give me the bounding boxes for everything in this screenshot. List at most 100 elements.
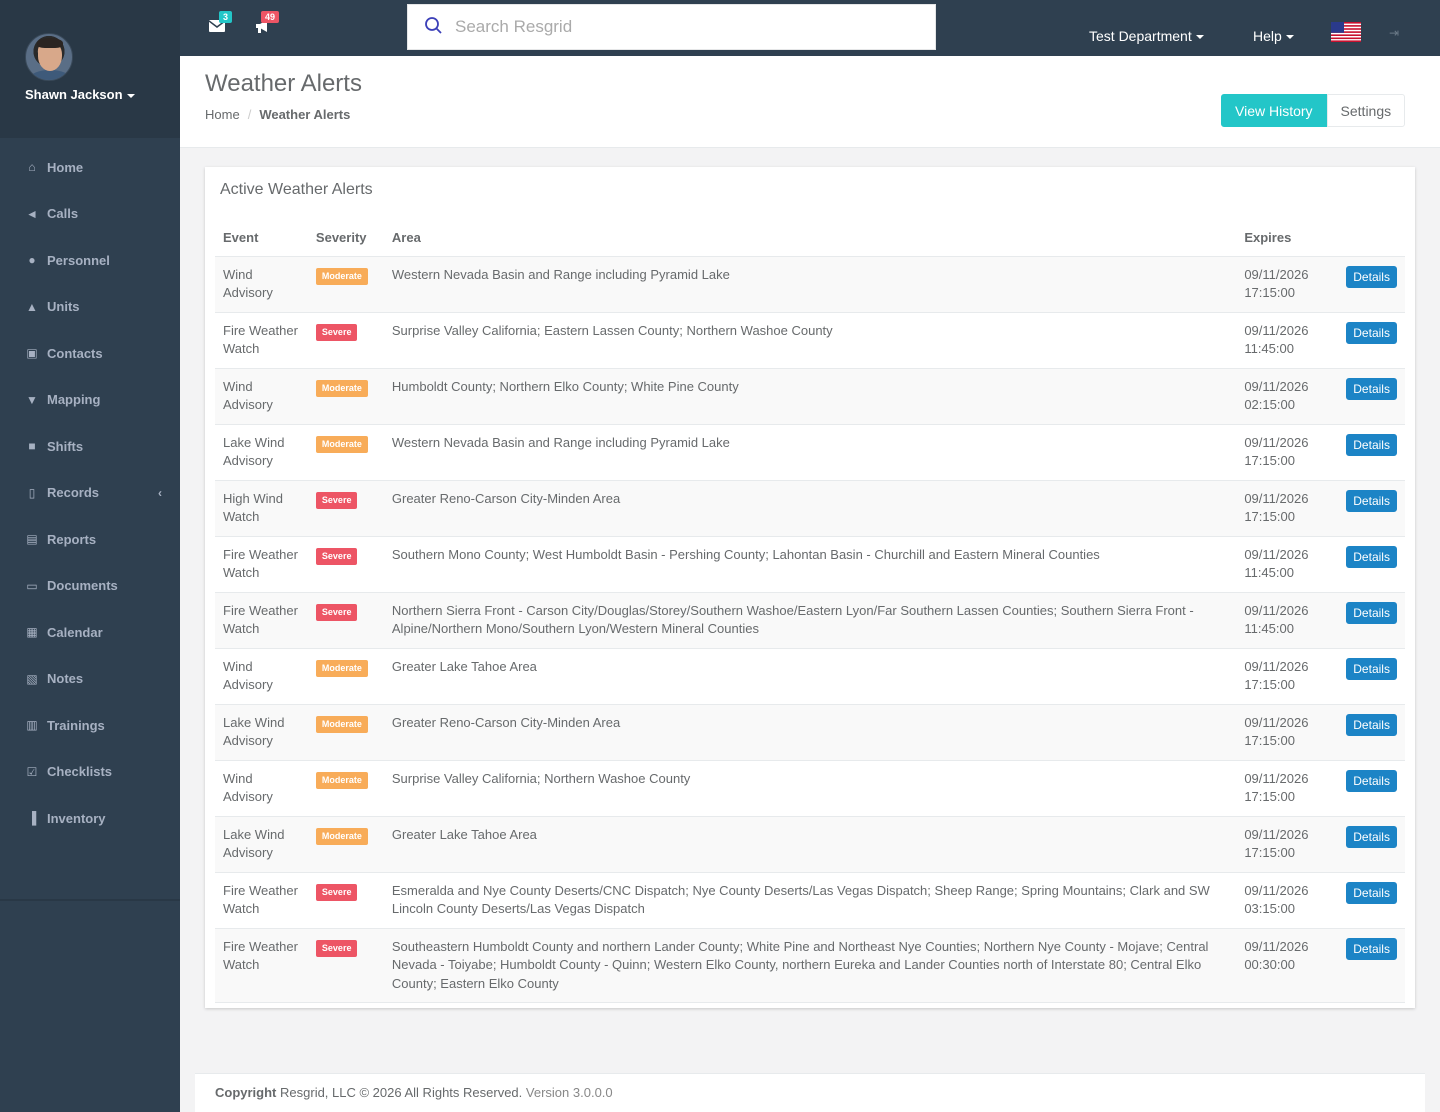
barcode-icon: ▐	[27, 811, 37, 826]
expires-time: 17:15:00	[1244, 285, 1295, 300]
sidebar-divider	[0, 899, 180, 901]
sidebar-item-personnel[interactable]: ● Personnel	[0, 237, 180, 284]
severity-badge: Moderate	[315, 435, 368, 453]
breadcrumb-home[interactable]: Home	[205, 107, 240, 122]
severity-badge: Severe	[315, 939, 358, 957]
details-button[interactable]: Details	[1346, 433, 1397, 456]
actions-cell: Details	[1338, 256, 1405, 313]
details-button[interactable]: Details	[1346, 657, 1397, 680]
details-button[interactable]: Details	[1346, 713, 1397, 736]
copyright-text: Resgrid, LLC © 2026 All Rights Reserved.	[280, 1085, 523, 1100]
expires-date: 09/11/2026	[1244, 658, 1309, 674]
severity-badge: Severe	[315, 547, 358, 565]
us-flag-icon[interactable]	[1331, 22, 1361, 42]
expires-cell: 09/11/2026 17:15:00	[1236, 816, 1339, 873]
sign-out-icon[interactable]: ⇥	[1389, 26, 1399, 40]
expires-date: 09/11/2026	[1244, 938, 1309, 954]
sidebar-item-reports[interactable]: ▤ Reports	[0, 516, 180, 563]
details-button[interactable]: Details	[1346, 937, 1397, 960]
expires-cell: 09/11/2026 17:15:00	[1236, 480, 1339, 537]
calendar-icon: ▦	[26, 625, 38, 640]
event-cell: Wind Advisory	[215, 648, 308, 705]
expires-cell: 09/11/2026 17:15:00	[1236, 256, 1339, 313]
event-cell: Fire Weather Watch	[215, 312, 308, 369]
expires-cell: 09/11/2026 17:15:00	[1236, 760, 1339, 817]
event-cell: Fire Weather Watch	[215, 872, 308, 929]
expires-cell: 09/11/2026 17:15:00	[1236, 704, 1339, 761]
sidebar-item-label: Units	[47, 299, 80, 315]
expires-cell: 09/11/2026 17:15:00	[1236, 648, 1339, 705]
department-label: Test Department	[1089, 28, 1192, 44]
area-cell: Greater Reno-Carson City-Minden Area	[383, 704, 1237, 761]
expires-cell: 09/11/2026 17:15:00	[1236, 424, 1339, 481]
event-cell: Lake Wind Advisory	[215, 816, 308, 873]
table-header-row: Event Severity Area Expires	[215, 219, 1405, 257]
details-button[interactable]: Details	[1346, 769, 1397, 792]
sidebar-item-mapping[interactable]: ▼ Mapping	[0, 377, 180, 424]
severity-cell: Severe	[307, 592, 384, 649]
event-cell: High Wind Watch	[215, 480, 308, 537]
avatar[interactable]	[25, 33, 73, 81]
sidebar-item-records[interactable]: ▯ Records ‹	[0, 470, 180, 517]
search-input[interactable]	[408, 5, 935, 49]
details-button[interactable]: Details	[1346, 601, 1397, 624]
copy-icon: ▤	[26, 532, 38, 547]
sidebar-item-label: Shifts	[47, 438, 84, 454]
table-row: Wind Advisory Moderate Surprise Valley Cal…	[215, 760, 1405, 817]
details-button[interactable]: Details	[1346, 545, 1397, 568]
user-menu-toggle[interactable]: Shawn Jackson	[25, 87, 135, 102]
expires-cell: 09/11/2026 03:15:00	[1236, 872, 1339, 929]
table-row: Wind Advisory Moderate Greater Lake Tahoe …	[215, 648, 1405, 705]
column-header-severity: Severity	[307, 219, 384, 257]
table-row: Fire Weather Watch Severe Surprise Valley …	[215, 312, 1405, 369]
table-row: Fire Weather Watch Severe Southern Mono Co…	[215, 536, 1405, 593]
checklist-icon: ☑	[26, 764, 38, 779]
details-button[interactable]: Details	[1346, 489, 1397, 512]
page-heading: Weather Alerts Home / Weather Alerts View …	[180, 56, 1440, 148]
settings-button[interactable]: Settings	[1326, 94, 1406, 127]
sidebar-item-label: Documents	[47, 578, 118, 594]
expires-date: 09/11/2026	[1244, 770, 1309, 786]
details-button[interactable]: Details	[1346, 881, 1397, 904]
expires-time: 17:15:00	[1244, 677, 1295, 692]
sidebar-item-calendar[interactable]: ▦ Calendar	[0, 609, 180, 656]
actions-cell: Details	[1338, 480, 1405, 537]
calls-count-badge: 49	[261, 11, 280, 23]
column-header-expires: Expires	[1236, 219, 1339, 257]
sidebar-item-shifts[interactable]: ■ Shifts	[0, 423, 180, 470]
details-button[interactable]: Details	[1346, 377, 1397, 400]
area-cell: Esmeralda and Nye County Deserts/CNC Dis…	[383, 872, 1237, 929]
table-row: Lake Wind Advisory Moderate Greater Reno-C…	[215, 704, 1405, 761]
sidebar-item-trainings[interactable]: ▥ Trainings	[0, 702, 180, 749]
department-dropdown[interactable]: Test Department	[1089, 28, 1204, 44]
severity-cell: Moderate	[307, 816, 384, 873]
details-button[interactable]: Details	[1346, 265, 1397, 288]
help-dropdown[interactable]: Help	[1253, 28, 1294, 44]
expires-time: 17:15:00	[1244, 845, 1295, 860]
sidebar-item-notes[interactable]: ▧ Notes	[0, 656, 180, 703]
details-button[interactable]: Details	[1346, 825, 1397, 848]
table-row: Wind Advisory Moderate Humboldt County; No…	[215, 368, 1405, 425]
caret-down-icon	[1285, 35, 1294, 40]
calls-button[interactable]: 49	[255, 11, 280, 37]
sidebar-item-inventory[interactable]: ▐ Inventory	[0, 795, 180, 842]
area-cell: Southeastern Humboldt County and norther…	[383, 928, 1237, 1003]
messages-button[interactable]: 3	[208, 11, 233, 35]
area-cell: Northern Sierra Front - Carson City/Doug…	[383, 592, 1237, 649]
sidebar-item-units[interactable]: ▲ Units	[0, 284, 180, 331]
top-navbar: 3 49 Test Department Help ⇥	[180, 0, 1440, 56]
view-history-button[interactable]: View History	[1221, 94, 1327, 127]
details-button[interactable]: Details	[1346, 321, 1397, 344]
sidebar-item-contacts[interactable]: ▣ Contacts	[0, 330, 180, 377]
user-name: Shawn Jackson	[25, 87, 123, 102]
footer: Copyright Resgrid, LLC © 2026 All Rights…	[195, 1073, 1425, 1112]
expires-date: 09/11/2026	[1244, 434, 1309, 450]
column-header-area: Area	[383, 219, 1237, 257]
file-icon: ▯	[28, 485, 36, 500]
sidebar-item-home[interactable]: ⌂ Home	[0, 144, 180, 191]
sidebar-item-checklists[interactable]: ☑ Checklists	[0, 749, 180, 796]
expires-date: 09/11/2026	[1244, 826, 1309, 842]
sidebar-item-documents[interactable]: ▭ Documents	[0, 563, 180, 610]
severity-badge: Moderate	[315, 715, 368, 733]
sidebar-item-calls[interactable]: ◄ Calls	[0, 191, 180, 238]
